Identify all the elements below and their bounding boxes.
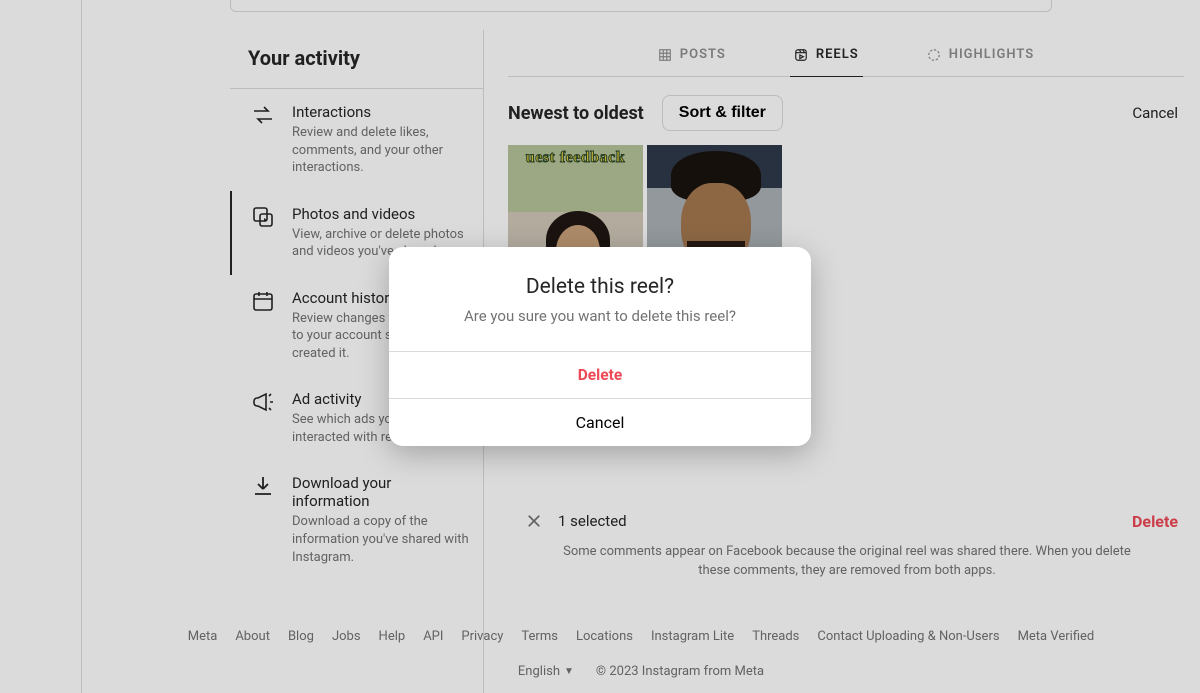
delete-reel-modal: Delete this reel? Are you sure you want … — [389, 247, 811, 446]
modal-message: Are you sure you want to delete this ree… — [389, 303, 811, 351]
modal-delete-button[interactable]: Delete — [389, 351, 811, 398]
modal-overlay[interactable]: Delete this reel? Are you sure you want … — [0, 0, 1200, 693]
modal-title: Delete this reel? — [389, 247, 811, 303]
modal-cancel-button[interactable]: Cancel — [389, 398, 811, 446]
